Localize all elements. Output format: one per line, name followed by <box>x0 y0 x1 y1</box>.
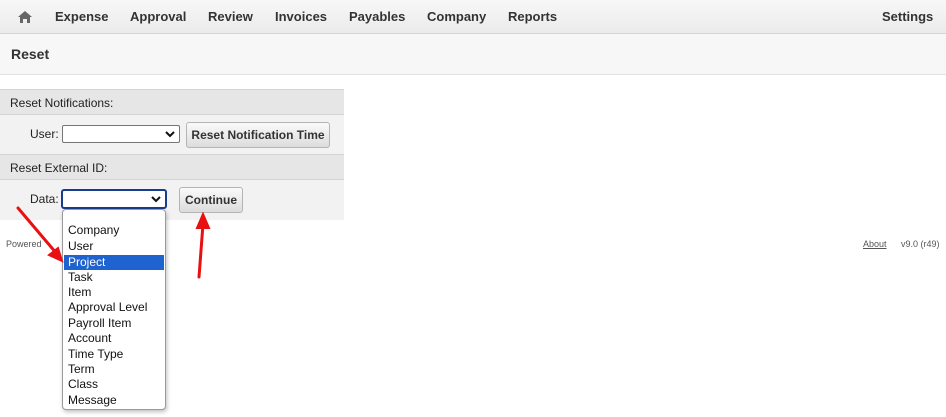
home-icon[interactable] <box>17 10 33 24</box>
nav-expense[interactable]: Expense <box>55 9 108 24</box>
user-select[interactable] <box>62 125 180 143</box>
nav-company[interactable]: Company <box>427 9 486 24</box>
dropdown-option-company[interactable]: Company <box>64 223 164 238</box>
about-link[interactable]: About <box>863 239 887 249</box>
nav-review[interactable]: Review <box>208 9 253 24</box>
reset-notifications-header: Reset Notifications: <box>0 89 344 115</box>
chevron-down-icon <box>165 131 175 138</box>
continue-button[interactable]: Continue <box>179 187 243 213</box>
dropdown-option-account[interactable]: Account <box>64 331 164 346</box>
nav-settings[interactable]: Settings <box>882 9 933 24</box>
dropdown-option-message[interactable]: Message <box>64 393 164 408</box>
dropdown-option-item[interactable]: Item <box>64 285 164 300</box>
arrow-to-continue-icon <box>195 211 211 279</box>
dropdown-option-time-type[interactable]: Time Type <box>64 347 164 362</box>
top-navigation-bar: Expense Approval Review Invoices Payable… <box>0 0 946 34</box>
dropdown-option-project[interactable]: Project <box>64 255 164 270</box>
page-title: Reset <box>11 46 50 62</box>
reset-notifications-title: Reset Notifications: <box>10 96 114 110</box>
nav-payables[interactable]: Payables <box>349 9 405 24</box>
nav-approval[interactable]: Approval <box>130 9 186 24</box>
data-select[interactable] <box>62 190 166 208</box>
reset-panel: Reset Notifications: User: Reset Notific… <box>0 89 344 220</box>
version-text: v9.0 (r49) <box>901 239 940 249</box>
data-dropdown-list: Company User Project Task Item Approval … <box>62 209 166 410</box>
user-label: User: <box>30 127 59 141</box>
dropdown-option-payroll-item[interactable]: Payroll Item <box>64 316 164 331</box>
chevron-down-icon <box>151 196 161 203</box>
reset-external-id-header: Reset External ID: <box>0 154 344 180</box>
dropdown-option-user[interactable]: User <box>64 239 164 254</box>
nav-reports[interactable]: Reports <box>508 9 557 24</box>
dropdown-option-task[interactable]: Task <box>64 270 164 285</box>
reset-notification-time-button[interactable]: Reset Notification Time <box>186 122 330 148</box>
dropdown-option-approval-level[interactable]: Approval Level <box>64 300 164 315</box>
dropdown-option-term[interactable]: Term <box>64 362 164 377</box>
reset-external-id-title: Reset External ID: <box>10 161 108 175</box>
data-label: Data: <box>30 192 59 206</box>
powered-by-text: Powered <box>6 239 42 249</box>
nav-invoices[interactable]: Invoices <box>275 9 327 24</box>
dropdown-option-class[interactable]: Class <box>64 377 164 392</box>
page-header: Reset <box>0 34 946 75</box>
